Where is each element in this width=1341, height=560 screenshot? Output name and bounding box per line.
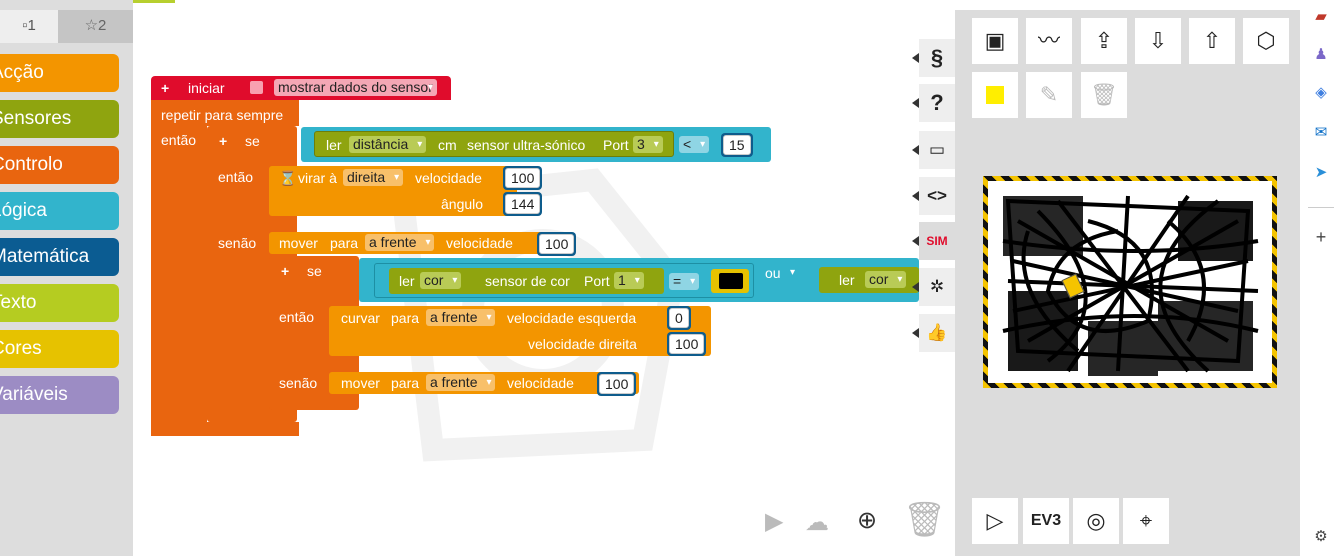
outlook-icon[interactable]: ✉ (1312, 124, 1330, 142)
download-icon[interactable]: ⇩ (1135, 18, 1181, 64)
color-mode-dropdown-2[interactable]: cor (865, 271, 907, 288)
if2-plus-icon[interactable]: + (281, 262, 289, 280)
trail-icon[interactable]: 〰 (1026, 18, 1072, 64)
loop-label: repetir para sempre (161, 107, 284, 123)
ev3-robot-button[interactable]: EV3 (1023, 498, 1069, 544)
category-colors[interactable]: Cores (0, 330, 119, 368)
browser-sidebar: ▰ ♟ ◈ ✉ ➤ + ⚙ (1300, 0, 1341, 560)
sidebar-divider (1308, 207, 1334, 208)
color-picker-swatch[interactable] (972, 72, 1018, 118)
location-pin-icon[interactable]: ⌖ (1123, 498, 1169, 544)
curve-block[interactable]: curvar para a frente velocidade esquerda… (329, 306, 711, 356)
loop-do-label: então (161, 132, 197, 148)
color-compare-block[interactable]: ler cor sensor de cor Port 1 = (374, 263, 754, 298)
upload-icon[interactable]: ⇪ (1081, 18, 1127, 64)
move-direction-dropdown[interactable]: a frente (365, 234, 435, 251)
sim-play-icon[interactable]: ▷ (972, 498, 1018, 544)
move-forward-block[interactable]: mover para a frente velocidade 100 (269, 232, 577, 256)
operator-dropdown[interactable]: < (679, 136, 710, 153)
if-plus-icon[interactable]: + (219, 132, 227, 150)
left-speed-field[interactable]: 0 (669, 308, 689, 328)
sim-tab[interactable]: SIM (912, 222, 955, 260)
move-forward-block-2[interactable]: mover para a frente velocidade 100 (329, 372, 639, 396)
code-view-tab[interactable]: <> (912, 177, 955, 215)
black-color-swatch[interactable] (719, 273, 743, 289)
show-sensor-data-label: mostrar dados do sensor (274, 79, 437, 96)
start-block[interactable]: + iniciar mostrar dados do sensor (151, 76, 451, 100)
curve-direction-dropdown[interactable]: a frente (426, 309, 496, 326)
sim-scene[interactable] (988, 181, 1272, 383)
settings-gear-icon[interactable]: ⚙ (1312, 528, 1330, 546)
category-action[interactable]: Acção (0, 54, 119, 92)
or-block[interactable]: ler cor sensor de cor Port 1 = ou ▾ ler … (359, 258, 919, 302)
blockly-workspace[interactable]: + iniciar mostrar dados do sensor repeti… (133, 10, 955, 556)
color-sensor-read-block-2[interactable]: ler cor (819, 267, 919, 293)
add-icon[interactable]: + (1312, 228, 1330, 246)
simulation-panel: ▣ 〰 ⇪ ⇩ ⇧ ⬡ ✎ 🗑 ▷ EV3 ◎ ⌖ (955, 10, 1300, 556)
port-dropdown[interactable]: 3 (633, 136, 663, 153)
color-mode-dropdown[interactable]: cor (420, 272, 462, 289)
color-sensor-read-block[interactable]: ler cor sensor de cor Port 1 (389, 268, 664, 294)
toolbox: ▫1 ☆2 Acção Sensores Controlo Lógica Mat… (0, 0, 133, 556)
send-icon[interactable]: ➤ (1312, 164, 1330, 182)
color-port-dropdown[interactable]: 1 (614, 272, 644, 289)
zoom-icon[interactable]: ⊕ (857, 506, 877, 535)
distance-mode-dropdown[interactable]: distância (349, 136, 427, 153)
plus-icon[interactable]: + (161, 79, 169, 97)
if-else-label: senão (218, 235, 257, 251)
category-math[interactable]: Matemática (0, 238, 119, 276)
if-label: se (245, 133, 260, 149)
category-logic[interactable]: Lógica (0, 192, 119, 230)
if-then-label: então (218, 169, 254, 185)
trash-icon[interactable]: 🗑 (903, 500, 946, 540)
cloud-upload-icon[interactable]: ☁ (805, 508, 829, 537)
sim-scene-border (983, 176, 1277, 388)
eyedropper-icon[interactable]: ✎ (1026, 72, 1072, 118)
tab-beginner[interactable]: ▫1 (0, 10, 58, 43)
comment-tab[interactable]: ▭ (912, 131, 955, 169)
feedback-tab[interactable]: 👍 (912, 314, 955, 352)
right-speed-field[interactable]: 100 (669, 334, 705, 354)
hourglass-icon: ⌛ (279, 170, 297, 186)
run-icon[interactable]: ▶ (765, 507, 783, 536)
debug-tab[interactable]: ✲ (912, 268, 955, 306)
turn-direction-dropdown[interactable]: direita (343, 169, 404, 186)
distance-threshold-field[interactable]: 15 (723, 135, 751, 155)
color-operator-dropdown[interactable]: = (669, 273, 700, 290)
move-speed-field[interactable]: 100 (539, 234, 575, 254)
people-icon[interactable]: ♟ (1312, 46, 1330, 64)
background-image-icon[interactable]: ▣ (972, 18, 1018, 64)
cube-icon[interactable]: ⬡ (1243, 18, 1289, 64)
sim-trash-icon[interactable]: 🗑 (1081, 72, 1127, 118)
toolbox-tabs: ▫1 ☆2 (0, 10, 133, 43)
source-code-tab[interactable]: § (912, 39, 955, 77)
turn-angle-field[interactable]: 144 (505, 194, 541, 214)
start-label: iniciar (188, 80, 225, 96)
turn-block[interactable]: ⌛ virar à direita velocidade 100 ângulo … (269, 166, 543, 216)
copilot-icon[interactable]: ◈ (1312, 84, 1330, 102)
sensor-data-checkbox[interactable] (250, 81, 263, 94)
category-sensors[interactable]: Sensores (0, 100, 119, 138)
category-text[interactable]: Texto (0, 284, 119, 322)
help-tab[interactable]: ? (912, 84, 955, 122)
move2-speed-field[interactable]: 100 (599, 374, 635, 394)
sensor-wave-icon[interactable]: ◎ (1073, 498, 1119, 544)
export-icon[interactable]: ⇧ (1189, 18, 1235, 64)
tab-expert[interactable]: ☆2 (58, 10, 133, 43)
category-variables[interactable]: Variáveis (0, 376, 119, 414)
ultrasonic-read-block[interactable]: ler distância cm sensor ultra-sónico Por… (314, 131, 674, 157)
robot-trail-drawing (1002, 194, 1259, 376)
move2-direction-dropdown[interactable]: a frente (426, 374, 496, 391)
color-value-block[interactable] (711, 269, 749, 293)
turn-speed-field[interactable]: 100 (505, 168, 541, 188)
compare-block[interactable]: ler distância cm sensor ultra-sónico Por… (301, 127, 771, 162)
category-control[interactable]: Controlo (0, 146, 119, 184)
toolbox-briefcase-icon[interactable]: ▰ (1312, 8, 1330, 26)
